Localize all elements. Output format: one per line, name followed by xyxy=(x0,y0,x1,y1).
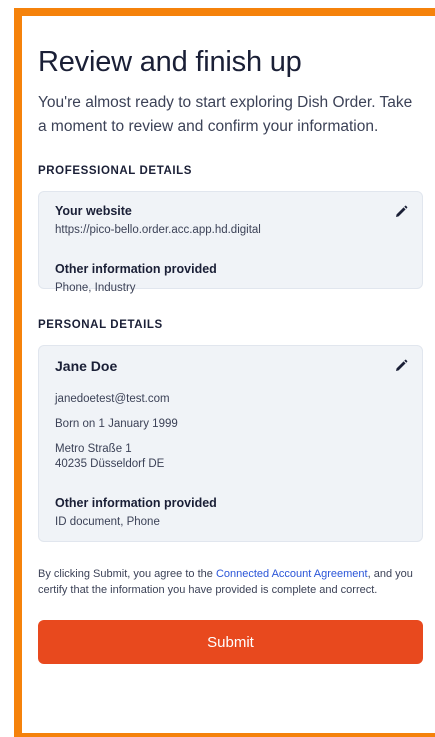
personal-details-card: Jane Doe janedoetest@test.com Born on 1 … xyxy=(38,345,423,542)
agreement-disclaimer: By clicking Submit, you agree to the Con… xyxy=(38,566,423,598)
professional-other-value: Phone, Industry xyxy=(55,282,136,294)
address-line2: 40235 Düsseldorf DE xyxy=(55,458,165,470)
pencil-icon[interactable] xyxy=(394,359,408,373)
dob-value: Born on 1 January 1999 xyxy=(55,418,178,430)
page-subtitle: You're almost ready to start exploring D… xyxy=(38,94,413,135)
website-label: Your website xyxy=(55,204,132,218)
website-value: https://pico-bello.order.acc.app.hd.digi… xyxy=(55,224,261,236)
orange-frame-left xyxy=(14,8,22,737)
pencil-icon[interactable] xyxy=(394,205,408,219)
personal-other-value: ID document, Phone xyxy=(55,516,160,528)
professional-details-card: Your website https://pico-bello.order.ac… xyxy=(38,191,423,294)
person-name: Jane Doe xyxy=(55,358,118,374)
personal-other-label: Other information provided xyxy=(55,496,217,510)
professional-other-label: Other information provided xyxy=(55,262,217,276)
orange-frame-bottom xyxy=(14,733,435,737)
email-value: janedoetest@test.com xyxy=(55,393,170,405)
page-title: Review and finish up xyxy=(38,46,302,78)
submit-button[interactable]: Submit xyxy=(38,620,423,664)
professional-section-label: PROFESSIONAL DETAILS xyxy=(38,165,193,177)
personal-section-label: PERSONAL DETAILS xyxy=(38,319,163,331)
orange-frame-top xyxy=(14,8,435,16)
disclaimer-prefix: By clicking Submit, you agree to the xyxy=(38,568,216,580)
connected-account-agreement-link[interactable]: Connected Account Agreement xyxy=(216,568,368,580)
review-panel: Review and finish up You're almost ready… xyxy=(22,16,435,733)
address-line1: Metro Straße 1 xyxy=(55,443,132,455)
